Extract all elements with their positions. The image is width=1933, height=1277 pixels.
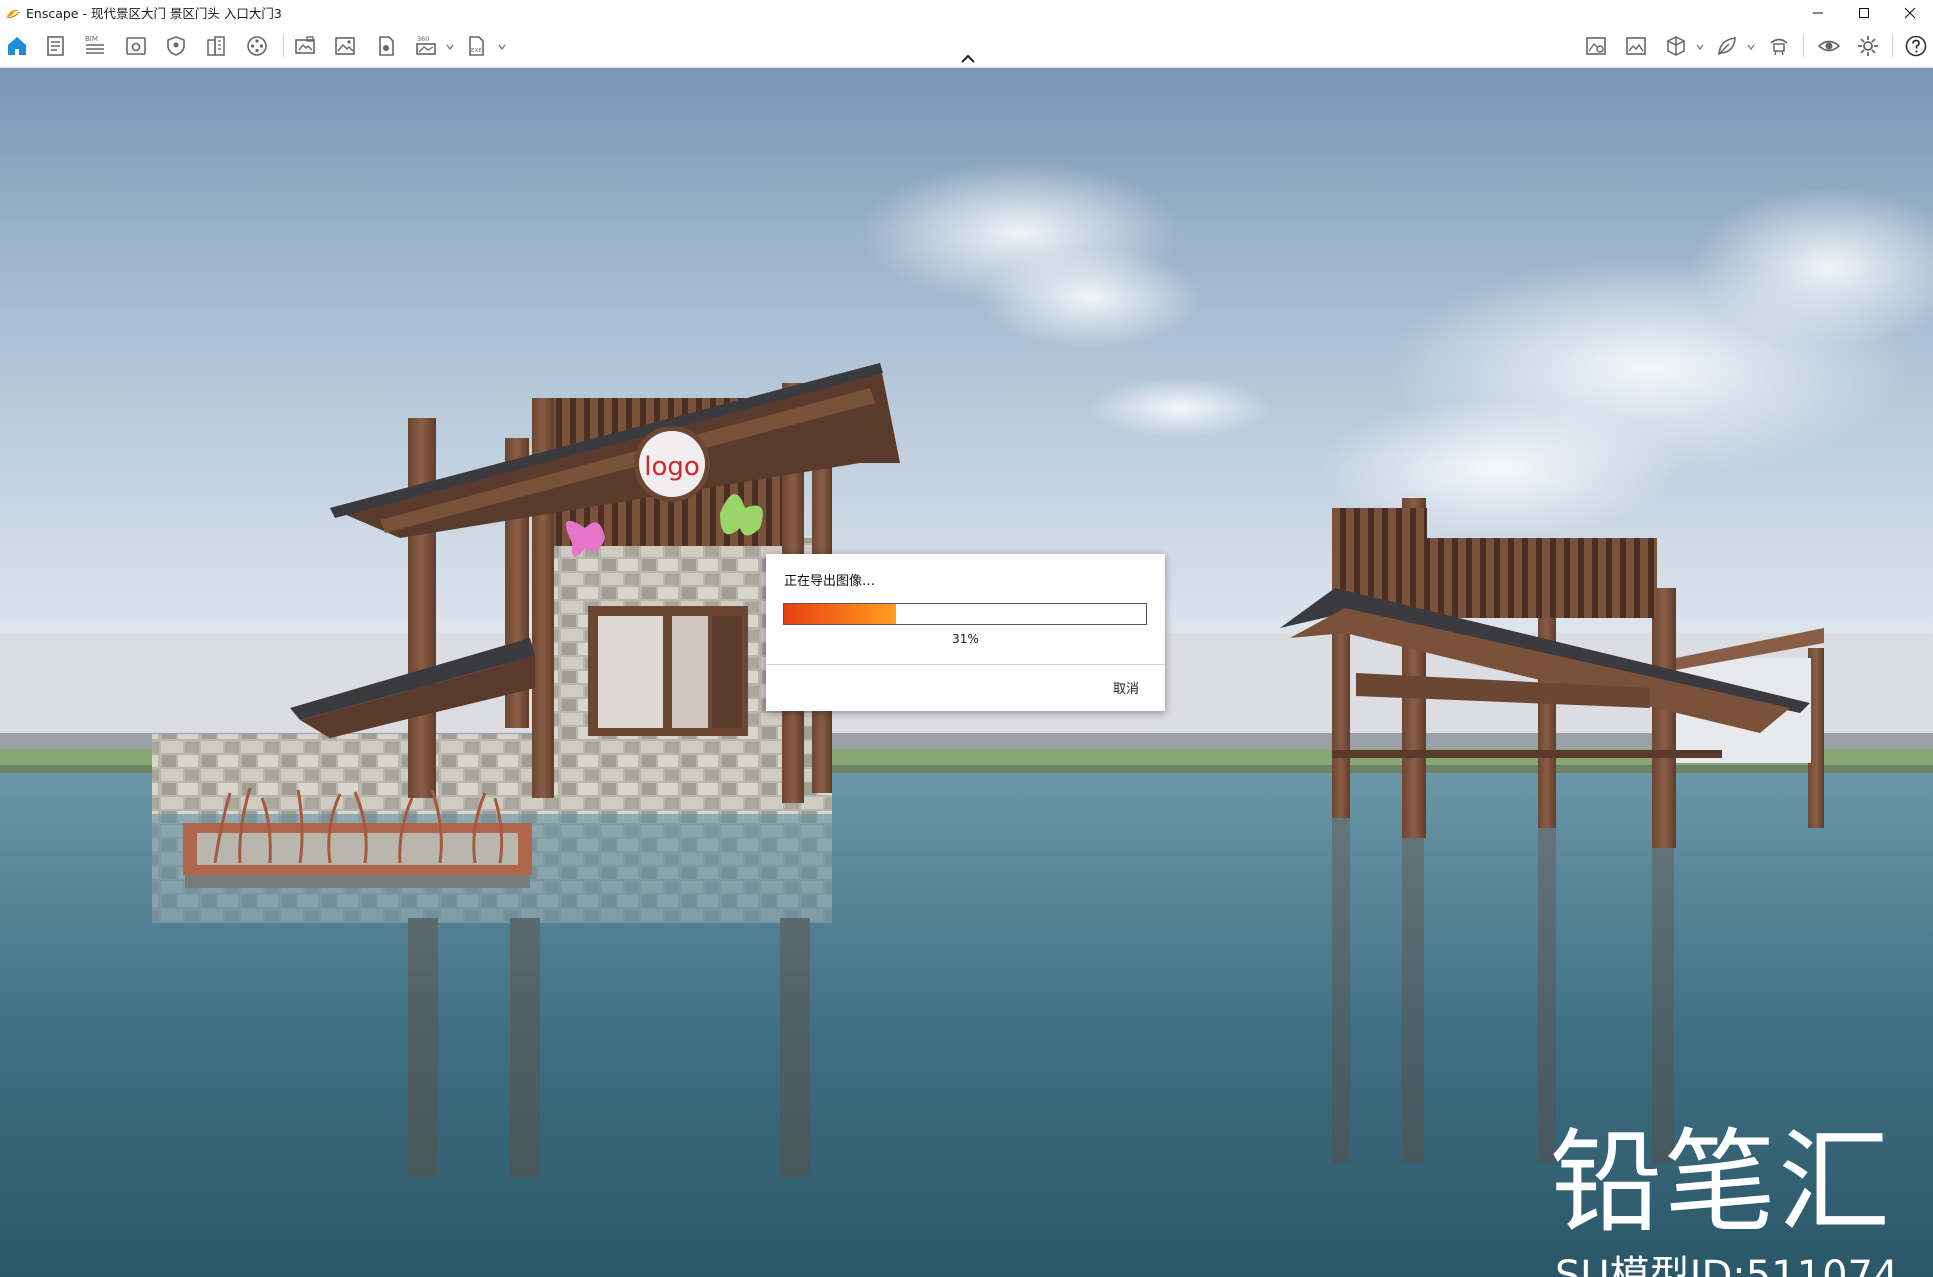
scene-settings-button[interactable] [1582,32,1610,60]
view-button[interactable] [122,32,150,60]
svg-text:BIM: BIM [85,35,98,43]
collapse-toolbar-chevron-icon[interactable] [958,53,978,65]
building-button[interactable] [202,32,230,60]
cube-icon [1667,36,1685,56]
cancel-button[interactable]: 取消 [1113,678,1139,697]
svg-text:360: 360 [417,35,429,43]
maximize-icon [1859,7,1869,18]
camera-walk-icon [1770,38,1788,56]
view-icon [126,37,146,55]
close-icon [1904,7,1916,18]
progress-bar [783,603,1147,625]
bim-button[interactable]: BIM [81,32,109,60]
scene-settings-icon [1586,37,1606,55]
eye-button[interactable] [1815,32,1843,60]
panorama-button[interactable]: 360 [412,32,440,60]
export-file-button[interactable] [372,32,400,60]
toolbar-separator [283,34,284,58]
image-settings-button[interactable] [1622,32,1650,60]
leaf-button[interactable] [1713,32,1741,60]
screenshot-icon [295,36,315,54]
window-title: Enscape - 现代景区大门 景区门头 入口大门3 [26,6,282,21]
exe-export-icon: EXE [469,36,484,56]
export-file-icon [379,36,394,56]
leaf-dropdown-caret-icon[interactable] [1746,42,1756,52]
brand-watermark: 铅笔汇 [1550,1118,1892,1248]
settings-gear-icon [1858,36,1878,56]
toolbar-separator [1803,34,1804,58]
document-button[interactable] [42,32,70,60]
shield-icon [167,36,185,56]
screenshot-button[interactable] [291,32,319,60]
help-icon [1905,35,1927,57]
title-bar: Enscape - 现代景区大门 景区门头 入口大门3 [0,0,1933,25]
eye-icon [1817,40,1841,52]
dialog-divider [766,664,1165,665]
model-id-label: SU模型ID:511074 [1555,1253,1899,1277]
building-icon [207,36,225,56]
exe-export-button[interactable]: EXE [462,32,490,60]
panorama-dropdown-caret-icon[interactable] [445,42,455,52]
image-settings-icon [1626,37,1646,55]
panorama-360-icon: 360 [416,35,436,55]
bim-icon: BIM [85,35,104,54]
settings-button[interactable] [1854,32,1882,60]
maximize-button[interactable] [1841,0,1887,25]
export-progress-dialog: 正在导出图像… 31% 取消 [766,554,1165,711]
image-icon [335,37,355,55]
dialog-title: 正在导出图像… [784,574,876,589]
cube-button[interactable] [1662,32,1690,60]
help-button[interactable] [1902,32,1930,60]
enscape-logo-icon [6,9,20,18]
close-button[interactable] [1887,0,1933,25]
progress-bar-fill [784,604,897,624]
image-button[interactable] [331,32,359,60]
shield-button[interactable] [162,32,190,60]
home-icon [8,37,26,55]
toolbar-separator [1892,34,1893,58]
palette-button[interactable] [243,32,271,60]
exe-dropdown-caret-icon[interactable] [497,42,507,52]
scene-logo-text: logo [644,452,700,482]
progress-percent: 31% [952,632,979,646]
window-controls [1795,0,1933,25]
leaf-icon [1718,37,1736,56]
svg-text:EXE: EXE [471,48,482,54]
cube-dropdown-caret-icon[interactable] [1695,42,1705,52]
minimize-button[interactable] [1795,0,1841,25]
home-button[interactable] [3,32,31,60]
camera-walk-button[interactable] [1765,32,1793,60]
palette-icon [247,36,267,56]
document-icon [47,36,64,56]
minimize-icon [1813,12,1823,13]
